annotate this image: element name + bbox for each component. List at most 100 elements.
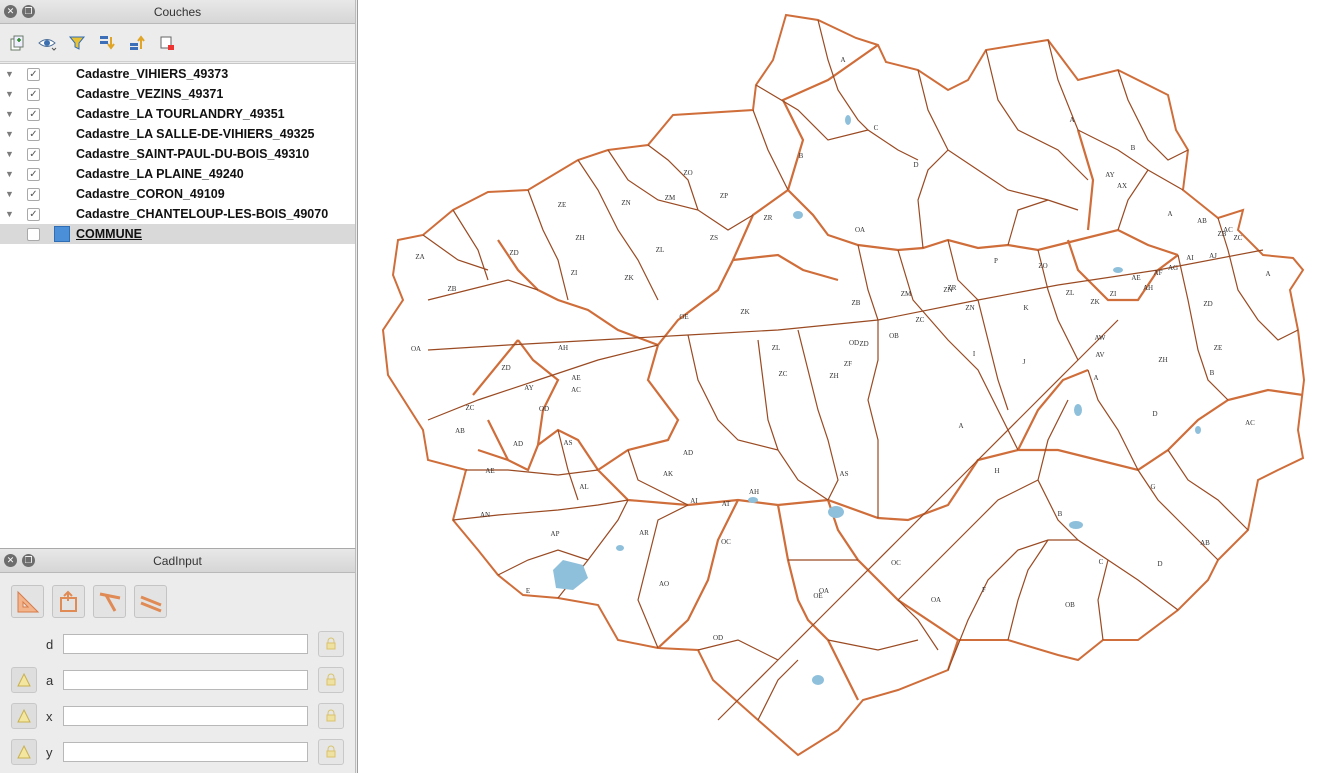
section-label: ZB bbox=[852, 299, 861, 307]
pond bbox=[828, 506, 844, 518]
section-label: B bbox=[1210, 369, 1215, 377]
section-label: ZM bbox=[901, 290, 912, 298]
section-label: ZH bbox=[829, 372, 838, 380]
section-label: ZO bbox=[1038, 262, 1047, 270]
layer-row-commune[interactable]: COMMUNE bbox=[0, 224, 355, 244]
filter-button[interactable] bbox=[63, 29, 91, 57]
remove-layer-button[interactable] bbox=[153, 29, 181, 57]
section-label: AK bbox=[663, 470, 673, 478]
section-label: OC bbox=[721, 538, 731, 546]
layer-row[interactable]: ▼ ✓ Cadastre_CHANTELOUP-LES-BOIS_49070 bbox=[0, 204, 355, 224]
collapse-all-button[interactable] bbox=[123, 29, 151, 57]
section-label: AY bbox=[524, 384, 533, 392]
section-label: ZI bbox=[1110, 290, 1117, 298]
layers-panel: ✕ ❐ Couches ▼ ✓ Cadastre_VIHIERS_49373 ▼… bbox=[0, 0, 356, 548]
layer-visibility-checkbox[interactable]: ✓ bbox=[27, 87, 40, 101]
layer-visibility-checkbox[interactable] bbox=[27, 227, 40, 241]
layer-name: COMMUNE bbox=[76, 227, 142, 241]
layer-visibility-checkbox[interactable]: ✓ bbox=[27, 167, 40, 181]
layer-row[interactable]: ▼ ✓ Cadastre_VEZINS_49371 bbox=[0, 84, 355, 104]
layer-row[interactable]: ▼ ✓ Cadastre_LA PLAINE_49240 bbox=[0, 164, 355, 184]
section-label: ZE bbox=[1214, 344, 1223, 352]
section-label: AC bbox=[1245, 419, 1255, 427]
float-panel-icon[interactable]: ❐ bbox=[22, 554, 35, 567]
field-label-d: d bbox=[46, 637, 54, 652]
layer-visibility-checkbox[interactable]: ✓ bbox=[27, 127, 40, 141]
lock-distance-button[interactable] bbox=[318, 631, 344, 657]
expand-triangle-icon[interactable]: ▼ bbox=[5, 109, 15, 119]
cad-row-x: x bbox=[0, 703, 356, 731]
lock-y-button[interactable] bbox=[318, 739, 344, 765]
close-panel-icon[interactable]: ✕ bbox=[4, 5, 17, 18]
pond bbox=[812, 675, 824, 685]
section-label: ZN bbox=[965, 304, 974, 312]
remove-layer-icon bbox=[160, 36, 174, 50]
visibility-button[interactable] bbox=[33, 29, 61, 57]
expand-triangle-icon[interactable]: ▼ bbox=[5, 189, 15, 199]
cadastre-map[interactable]: ACBDABAYAXAABACAEAFAGAHAI AJZB ZCAZOZNZM ZP… bbox=[358, 0, 1335, 773]
layer-visibility-checkbox[interactable]: ✓ bbox=[27, 207, 40, 221]
cad-row-a: a bbox=[0, 667, 356, 695]
cad-tool-button[interactable] bbox=[93, 585, 126, 618]
map-canvas[interactable]: A C B D A B AY AX A AB AC AE AF AG AH AI AJ ZB ZC A ZO ZN ZM ZP… bbox=[357, 0, 1335, 773]
section-label: C bbox=[1099, 558, 1104, 566]
cad-tool-button[interactable] bbox=[52, 585, 85, 618]
add-group-button[interactable] bbox=[3, 29, 31, 57]
layers-panel-titlebar: ✕ ❐ Couches bbox=[0, 0, 355, 24]
relative-angle-button[interactable] bbox=[11, 667, 37, 693]
layer-row[interactable]: ▼ ✓ Cadastre_LA SALLE-DE-VIHIERS_49325 bbox=[0, 124, 355, 144]
layer-visibility-checkbox[interactable]: ✓ bbox=[27, 147, 40, 161]
y-coordinate-input[interactable] bbox=[63, 742, 308, 762]
section-label: AT bbox=[722, 500, 731, 508]
section-label: ZD bbox=[1203, 300, 1212, 308]
section-label: AH bbox=[1143, 284, 1153, 292]
expand-all-button[interactable] bbox=[93, 29, 121, 57]
section-label: OE bbox=[813, 592, 822, 600]
lock-x-button[interactable] bbox=[318, 703, 344, 729]
layer-name: Cadastre_CHANTELOUP-LES-BOIS_49070 bbox=[76, 207, 329, 221]
pond bbox=[1069, 521, 1083, 529]
expand-triangle-icon[interactable]: ▼ bbox=[5, 209, 15, 219]
section-label: AH bbox=[749, 488, 759, 496]
x-coordinate-input[interactable] bbox=[63, 706, 308, 726]
layer-row[interactable]: ▼ ✓ Cadastre_CORON_49109 bbox=[0, 184, 355, 204]
polygon-symbol-icon bbox=[54, 226, 70, 242]
angle-input[interactable] bbox=[63, 670, 308, 690]
cad-tool-button[interactable] bbox=[134, 585, 167, 618]
section-label: ZD bbox=[859, 340, 868, 348]
section-label: D bbox=[1152, 410, 1157, 418]
layer-row[interactable]: ▼ ✓ Cadastre_VIHIERS_49373 bbox=[0, 64, 355, 84]
expand-triangle-icon[interactable]: ▼ bbox=[5, 169, 15, 179]
section-label: AB bbox=[1200, 539, 1210, 547]
qgis-window: ✕ ❐ Couches ▼ ✓ Cadastre_VIHIERS_49373 ▼… bbox=[0, 0, 1335, 773]
expand-triangle-icon[interactable]: ▼ bbox=[5, 129, 15, 139]
section-label: AS bbox=[840, 470, 849, 478]
section-label: AB bbox=[455, 427, 465, 435]
section-label: AI bbox=[1186, 254, 1194, 262]
section-label: ZS bbox=[710, 234, 718, 242]
close-panel-icon[interactable]: ✕ bbox=[4, 554, 17, 567]
layer-visibility-checkbox[interactable]: ✓ bbox=[27, 187, 40, 201]
distance-input[interactable] bbox=[63, 634, 308, 654]
layer-visibility-checkbox[interactable]: ✓ bbox=[27, 107, 40, 121]
section-label: AY bbox=[1105, 171, 1114, 179]
pond bbox=[1074, 404, 1082, 416]
relative-y-button[interactable] bbox=[11, 739, 37, 765]
layer-row[interactable]: ▼ ✓ Cadastre_SAINT-PAUL-DU-BOIS_49310 bbox=[0, 144, 355, 164]
section-label: ZA bbox=[415, 253, 424, 261]
layer-name: Cadastre_VIHIERS_49373 bbox=[76, 67, 229, 81]
layer-visibility-checkbox[interactable]: ✓ bbox=[27, 67, 40, 81]
set-square-icon bbox=[17, 590, 39, 612]
lock-angle-button[interactable] bbox=[318, 667, 344, 693]
expand-triangle-icon[interactable]: ▼ bbox=[5, 89, 15, 99]
expand-triangle-icon[interactable]: ▼ bbox=[5, 69, 15, 79]
float-panel-icon[interactable]: ❐ bbox=[22, 5, 35, 18]
parallel-icon bbox=[139, 595, 162, 612]
section-label: A bbox=[1069, 116, 1074, 124]
relative-x-button[interactable] bbox=[11, 703, 37, 729]
layer-row[interactable]: ▼ ✓ Cadastre_LA TOURLANDRY_49351 bbox=[0, 104, 355, 124]
expand-triangle-icon[interactable]: ▼ bbox=[5, 149, 15, 159]
cad-tool-button[interactable] bbox=[11, 585, 44, 618]
section-label: AE bbox=[1131, 274, 1140, 282]
section-label: ZK bbox=[740, 308, 749, 316]
